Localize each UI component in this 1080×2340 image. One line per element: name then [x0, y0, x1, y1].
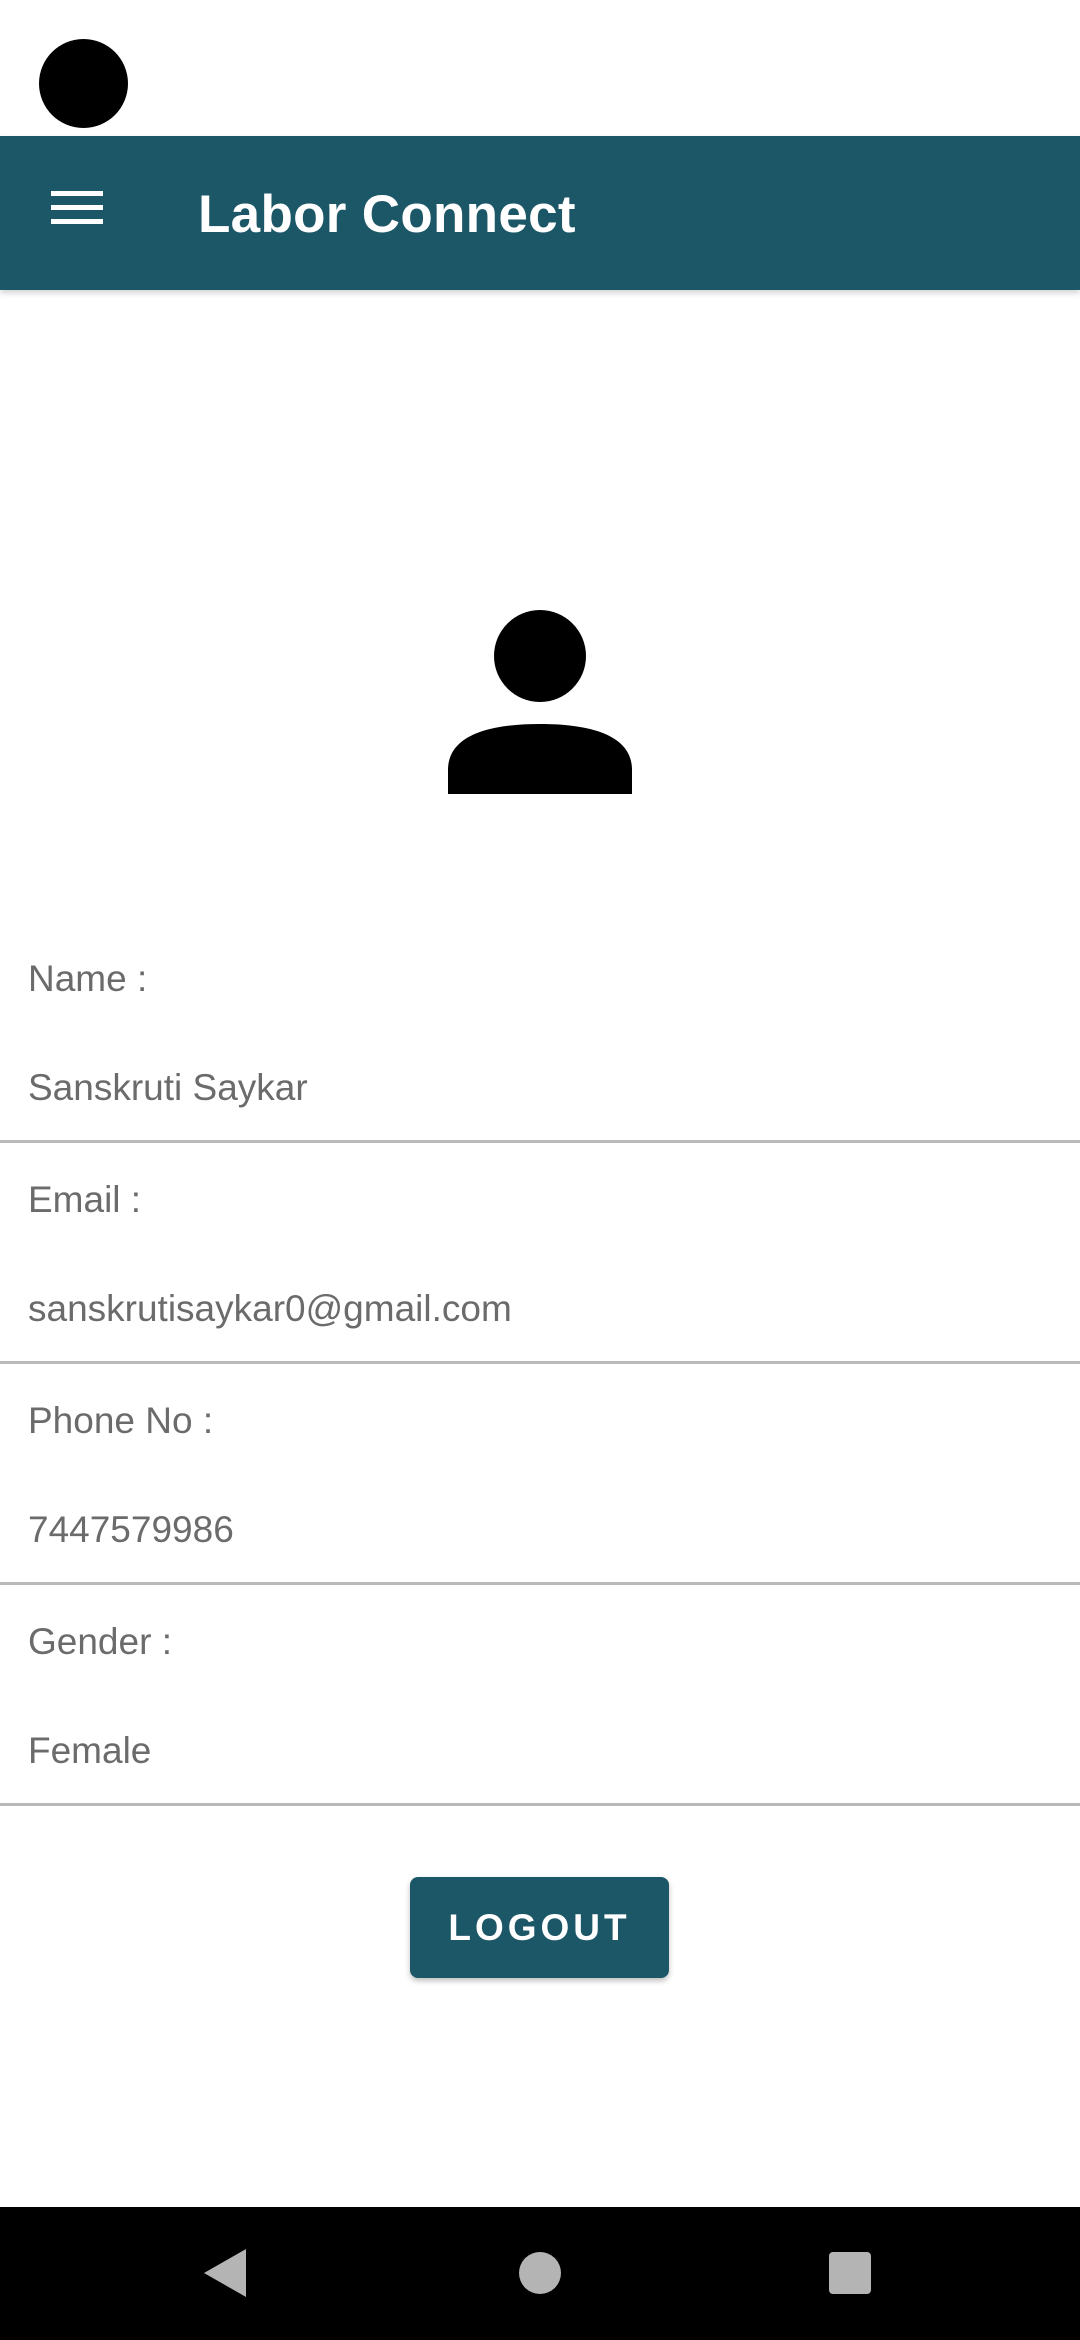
recents-icon[interactable] — [829, 2252, 871, 2294]
gender-value: Female — [28, 1730, 152, 1771]
gender-label: Gender : — [28, 1621, 172, 1662]
name-divider — [0, 1140, 1080, 1143]
phone-label: Phone No : — [28, 1400, 214, 1441]
phone-divider — [0, 1582, 1080, 1585]
logout-button[interactable]: LOGOUT — [410, 1877, 669, 1978]
name-value: Sanskruti Saykar — [28, 1067, 308, 1108]
back-icon[interactable] — [204, 2249, 246, 2297]
email-divider — [0, 1361, 1080, 1364]
person-icon — [448, 610, 632, 794]
name-label: Name : — [28, 958, 148, 999]
email-value: sanskrutisaykar0@gmail.com — [28, 1288, 512, 1329]
app-title: Labor Connect — [198, 185, 576, 244]
status-bar — [0, 0, 1080, 136]
phone-value: 7447579986 — [28, 1509, 234, 1550]
gender-divider — [0, 1803, 1080, 1806]
hamburger-menu-icon[interactable] — [24, 154, 130, 260]
camera-cutout — [39, 39, 128, 128]
email-label: Email : — [28, 1179, 142, 1220]
home-icon[interactable] — [519, 2252, 561, 2294]
